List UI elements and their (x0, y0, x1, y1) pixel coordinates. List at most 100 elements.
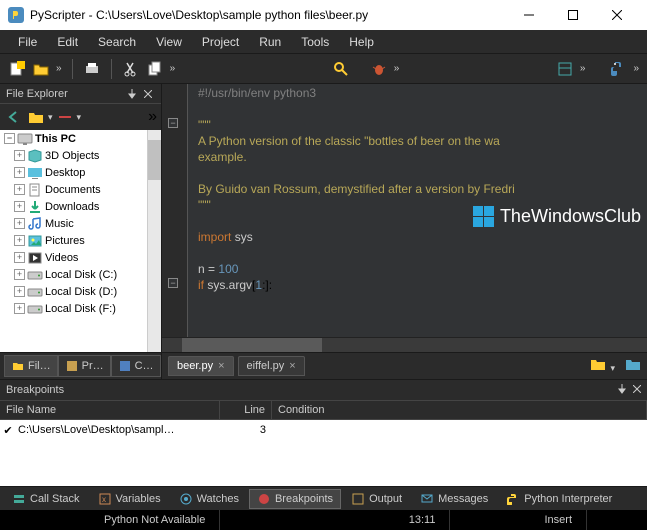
bottom-tab-variables[interactable]: xVariables (90, 489, 169, 509)
code-line[interactable]: """ (192, 118, 647, 134)
tab-close-icon[interactable]: × (218, 360, 224, 372)
panel-close-icon[interactable] (141, 87, 155, 101)
col-line[interactable]: Line (220, 401, 272, 419)
fold-icon[interactable]: − (168, 278, 178, 288)
tree-item[interactable]: +3D Objects (0, 147, 161, 164)
col-filename[interactable]: File Name (0, 401, 220, 419)
expand-icon[interactable]: + (14, 184, 25, 195)
bottom-tab-watches[interactable]: Watches (171, 489, 247, 509)
minimize-button[interactable] (507, 0, 551, 30)
expand-icon[interactable]: + (14, 201, 25, 212)
toolbar-overflow-3[interactable]: » (394, 63, 400, 74)
print-button[interactable] (81, 58, 103, 80)
pin-icon[interactable] (125, 87, 139, 101)
bottom-tab-messages[interactable]: Messages (412, 489, 496, 509)
tree-item[interactable]: +Local Disk (F:) (0, 300, 161, 317)
panel-close-icon[interactable] (633, 384, 641, 396)
menu-tools[interactable]: Tools (293, 33, 337, 51)
tree-item[interactable]: +Desktop (0, 164, 161, 181)
debug-button[interactable] (368, 58, 390, 80)
menu-file[interactable]: File (10, 33, 45, 51)
open-file-button[interactable] (30, 58, 52, 80)
expand-icon[interactable]: + (14, 286, 25, 297)
side-tab[interactable]: Pr… (58, 355, 111, 377)
code-line[interactable]: """ (192, 198, 647, 214)
bottom-tab-call-stack[interactable]: Call Stack (4, 489, 88, 509)
close-button[interactable] (595, 0, 639, 30)
code-line[interactable]: #!/usr/bin/env python3 (192, 86, 647, 102)
editor-tab[interactable]: eiffel.py× (238, 356, 305, 376)
tree-scrollbar[interactable] (147, 130, 161, 352)
tab-close-icon[interactable]: × (289, 360, 295, 372)
code-line[interactable] (192, 214, 647, 230)
menu-help[interactable]: Help (341, 33, 382, 51)
toolbar-overflow-5[interactable]: » (633, 63, 639, 74)
editor-horizontal-scrollbar[interactable] (162, 337, 647, 352)
collapse-icon[interactable]: − (4, 133, 15, 144)
back-button[interactable] (4, 107, 24, 127)
search-button[interactable] (330, 58, 352, 80)
fold-icon[interactable]: − (168, 118, 178, 128)
side-tab[interactable]: C… (111, 355, 161, 377)
browse-folder-button[interactable] (26, 107, 46, 127)
file-explorer-toolbar: ▾ ▾ » (0, 104, 161, 130)
open-folder-button[interactable] (625, 357, 641, 376)
copy-button[interactable] (144, 58, 166, 80)
cut-button[interactable] (120, 58, 142, 80)
tree-item[interactable]: +Music (0, 215, 161, 232)
tree-item[interactable]: + Documents (0, 181, 161, 198)
tree-item-label: Documents (45, 184, 101, 196)
fe-overflow[interactable]: » (148, 108, 157, 126)
code-line[interactable]: n = 100 (192, 262, 647, 278)
layout-button[interactable] (554, 58, 576, 80)
python-icon[interactable] (607, 58, 629, 80)
tree-item[interactable]: −This PC (0, 130, 161, 147)
expand-icon[interactable]: + (14, 303, 25, 314)
code-line[interactable]: import sys (192, 230, 647, 246)
expand-icon[interactable]: + (14, 150, 25, 161)
expand-icon[interactable]: + (14, 269, 25, 280)
check-icon: ✔ (0, 424, 16, 437)
code-line[interactable]: if sys.argv[1:]: (192, 278, 647, 294)
filter-button[interactable] (55, 107, 75, 127)
expand-icon[interactable]: + (14, 252, 25, 263)
expand-icon[interactable]: + (14, 235, 25, 246)
code-line[interactable]: By Guido van Rossum, demystified after a… (192, 182, 647, 198)
file-tree[interactable]: −This PC+3D Objects+Desktop+Documents+Do… (0, 130, 161, 352)
code-line[interactable]: A Python version of the classic "bottles… (192, 134, 647, 150)
tree-item[interactable]: +Local Disk (D:) (0, 283, 161, 300)
code-line[interactable]: example. (192, 150, 647, 166)
new-file-button[interactable] (6, 58, 28, 80)
code-line[interactable] (192, 166, 647, 182)
menu-search[interactable]: Search (90, 33, 144, 51)
tree-item[interactable]: +Downloads (0, 198, 161, 215)
pin-icon[interactable] (617, 384, 627, 397)
toolbar-overflow-4[interactable]: » (580, 63, 586, 74)
menu-run[interactable]: Run (251, 33, 289, 51)
tree-item[interactable]: +Pictures (0, 232, 161, 249)
menu-project[interactable]: Project (194, 33, 247, 51)
breakpoint-row[interactable]: ✔C:\Users\Love\Desktop\sampl…3 (0, 420, 647, 440)
code-editor[interactable]: −− TheWindowsClub #!/usr/bin/env python3… (162, 84, 647, 337)
breakpoints-columns: File Name Line Condition (0, 400, 647, 420)
menu-edit[interactable]: Edit (49, 33, 86, 51)
code-line[interactable] (192, 246, 647, 262)
bottom-tab-python-interpreter[interactable]: Python Interpreter (498, 489, 620, 509)
expand-icon[interactable]: + (14, 167, 25, 178)
tree-item[interactable]: +Local Disk (C:) (0, 266, 161, 283)
toolbar-overflow-1[interactable]: » (56, 63, 62, 74)
music-icon (27, 216, 43, 232)
maximize-button[interactable] (551, 0, 595, 30)
bottom-tab-output[interactable]: Output (343, 489, 410, 509)
menu-view[interactable]: View (148, 33, 190, 51)
toolbar-overflow-2[interactable]: » (170, 63, 176, 74)
disk-icon (27, 267, 43, 283)
bottom-tab-breakpoints[interactable]: Breakpoints (249, 489, 341, 509)
side-tab[interactable]: Fil… (4, 355, 58, 377)
tab-nav-button[interactable]: ▾ (590, 357, 615, 376)
expand-icon[interactable]: + (14, 218, 25, 229)
tree-item[interactable]: +Videos (0, 249, 161, 266)
editor-tab[interactable]: beer.py× (168, 356, 234, 376)
code-line[interactable] (192, 102, 647, 118)
col-condition[interactable]: Condition (272, 401, 647, 419)
